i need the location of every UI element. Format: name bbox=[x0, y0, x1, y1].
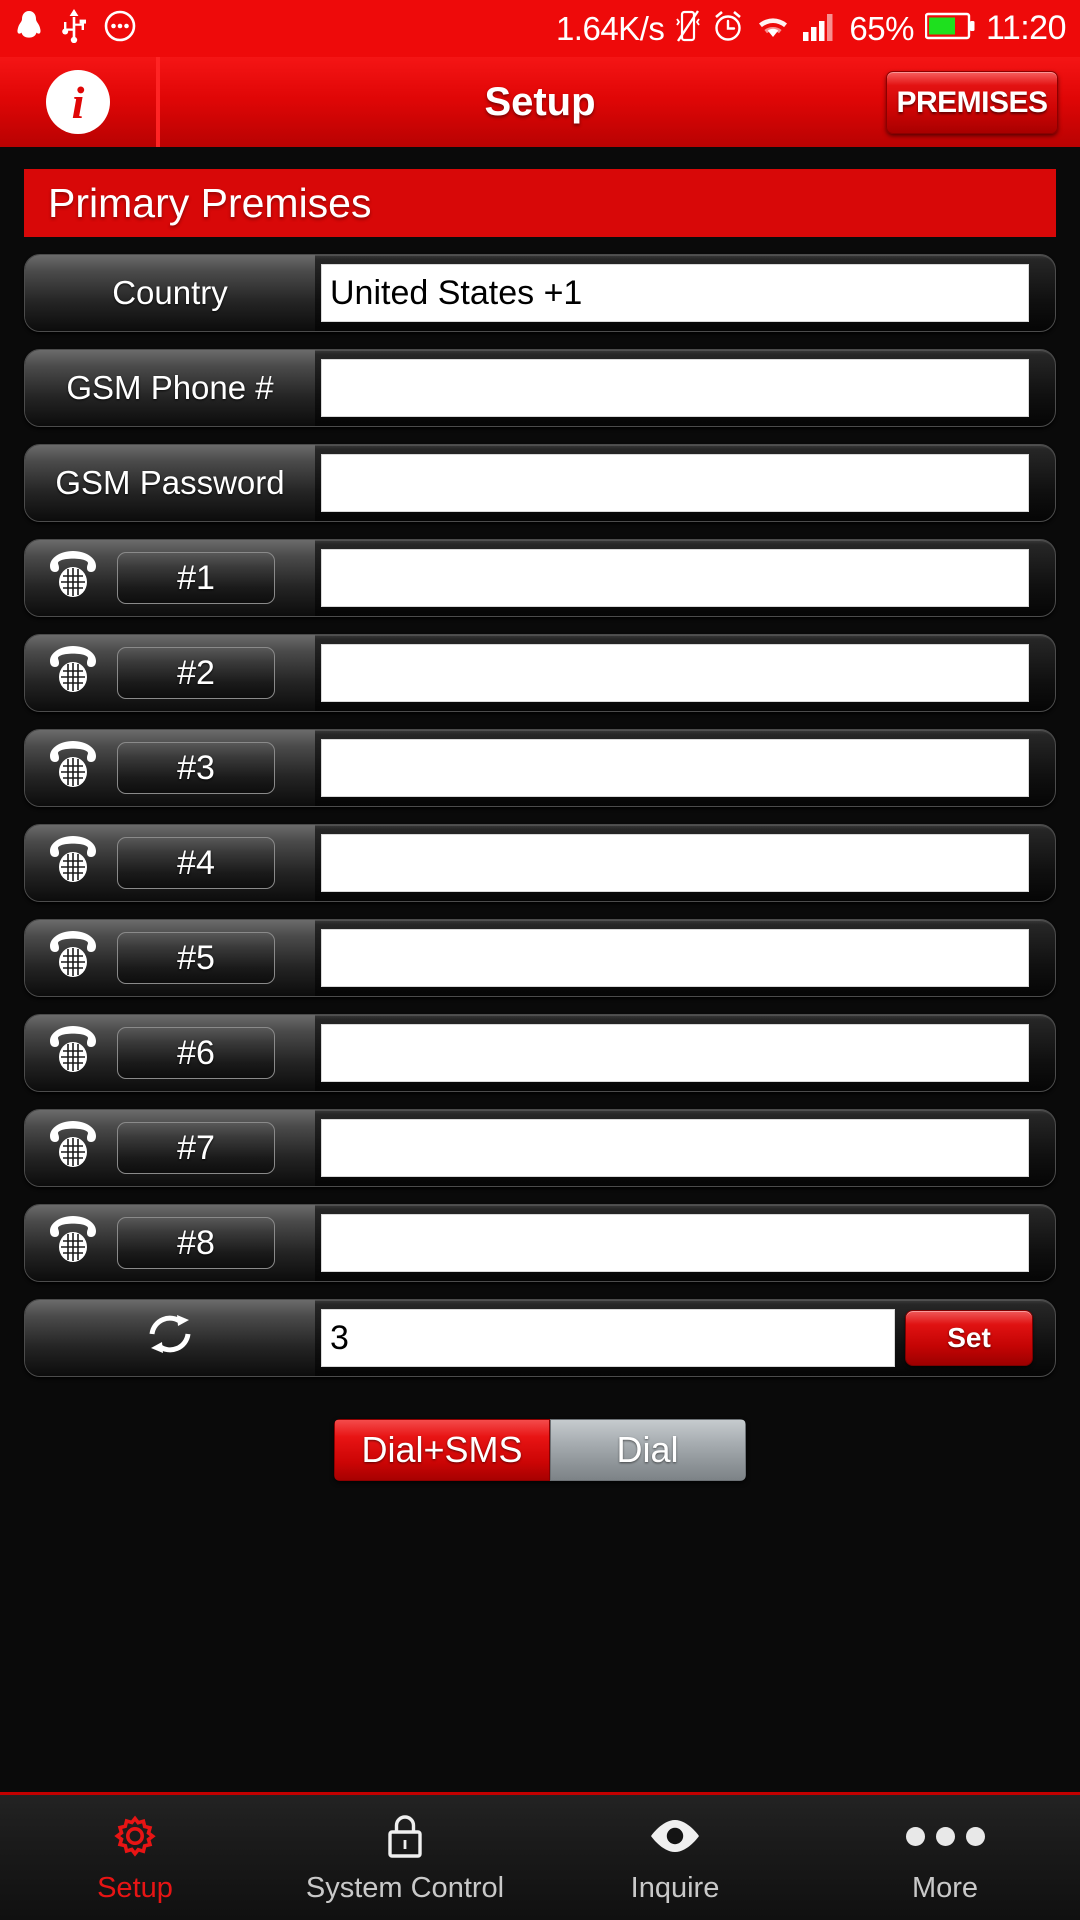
nav-item-inquire[interactable]: Inquire bbox=[540, 1795, 810, 1920]
phone-chip-5[interactable]: #5 bbox=[117, 932, 275, 984]
phone-chip-8[interactable]: #8 bbox=[117, 1217, 275, 1269]
telephone-icon bbox=[45, 739, 101, 797]
row-label-phone-2: #2 bbox=[25, 635, 315, 711]
country-input[interactable]: United States +1 bbox=[321, 264, 1029, 322]
phone-input-8[interactable] bbox=[321, 1214, 1029, 1272]
battery-icon bbox=[924, 12, 975, 45]
phone-input-5[interactable] bbox=[321, 929, 1029, 987]
bottom-navigation: Setup System Control Inquire More bbox=[0, 1792, 1080, 1920]
usb-icon bbox=[61, 9, 87, 48]
telephone-icon bbox=[45, 1024, 101, 1082]
battery-percent: 65% bbox=[849, 9, 914, 47]
phone-chip-4[interactable]: #4 bbox=[117, 837, 275, 889]
phone-chip-7[interactable]: #7 bbox=[117, 1122, 275, 1174]
network-speed: 1.64K/s bbox=[555, 9, 665, 47]
alarm-clock-icon bbox=[712, 9, 744, 48]
signal-bars-icon bbox=[802, 10, 838, 47]
wifi-icon bbox=[755, 11, 791, 46]
info-button[interactable]: i bbox=[0, 57, 160, 147]
gear-icon bbox=[109, 1810, 161, 1862]
row-gsm-phone[interactable]: GSM Phone # bbox=[24, 349, 1056, 427]
vibrate-off-icon bbox=[675, 9, 701, 48]
dial-mode-toggle[interactable]: Dial+SMS Dial bbox=[334, 1419, 746, 1481]
dots-icon bbox=[905, 1810, 985, 1862]
row-country[interactable]: Country United States +1 bbox=[24, 254, 1056, 332]
row-phone-8[interactable]: #8 bbox=[24, 1204, 1056, 1282]
row-label-phone-5: #5 bbox=[25, 920, 315, 996]
row-label-phone-3: #3 bbox=[25, 730, 315, 806]
row-label-phone-8: #8 bbox=[25, 1205, 315, 1281]
phone-chip-2[interactable]: #2 bbox=[117, 647, 275, 699]
phone-input-6[interactable] bbox=[321, 1024, 1029, 1082]
phone-input-3[interactable] bbox=[321, 739, 1029, 797]
telephone-icon bbox=[45, 1214, 101, 1272]
nav-label-inquire: Inquire bbox=[630, 1872, 720, 1904]
nav-label-setup: Setup bbox=[97, 1872, 173, 1904]
info-icon: i bbox=[46, 70, 110, 134]
retry-count-input[interactable]: 3 bbox=[321, 1309, 895, 1367]
phone-chip-1[interactable]: #1 bbox=[117, 552, 275, 604]
section-banner: Primary Premises bbox=[24, 169, 1056, 237]
telephone-icon bbox=[45, 1119, 101, 1177]
row-label-phone-4: #4 bbox=[25, 825, 315, 901]
phone-chip-6[interactable]: #6 bbox=[117, 1027, 275, 1079]
row-phone-4[interactable]: #4 bbox=[24, 824, 1056, 902]
row-phone-6[interactable]: #6 bbox=[24, 1014, 1056, 1092]
phone-input-2[interactable] bbox=[321, 644, 1029, 702]
toggle-option-dial[interactable]: Dial bbox=[549, 1419, 746, 1481]
phone-chip-3[interactable]: #3 bbox=[117, 742, 275, 794]
row-label-retry bbox=[25, 1300, 315, 1376]
eye-icon bbox=[646, 1810, 704, 1862]
row-label-phone-6: #6 bbox=[25, 1015, 315, 1091]
app-root: 1.64K/s 65% 11:20 i Setup PREMISES Prima… bbox=[0, 0, 1080, 1920]
phone-input-1[interactable] bbox=[321, 549, 1029, 607]
status-bar-left-icons bbox=[14, 9, 136, 48]
phone-input-7[interactable] bbox=[321, 1119, 1029, 1177]
row-retry-count[interactable]: 3 Set bbox=[24, 1299, 1056, 1377]
telephone-icon bbox=[45, 644, 101, 702]
set-button[interactable]: Set bbox=[905, 1310, 1033, 1366]
main-content: Primary Premises Country United States +… bbox=[0, 169, 1080, 1481]
row-phone-7[interactable]: #7 bbox=[24, 1109, 1056, 1187]
row-label-country: Country bbox=[25, 255, 315, 331]
nav-item-system-control[interactable]: System Control bbox=[270, 1795, 540, 1920]
premises-button[interactable]: PREMISES bbox=[886, 71, 1058, 134]
toggle-option-dial-sms[interactable]: Dial+SMS bbox=[334, 1419, 550, 1481]
row-label-gsm-phone: GSM Phone # bbox=[25, 350, 315, 426]
telephone-icon bbox=[45, 549, 101, 607]
row-label-phone-1: #1 bbox=[25, 540, 315, 616]
qq-penguin-icon bbox=[14, 9, 44, 48]
telephone-icon bbox=[45, 834, 101, 892]
more-circle-icon bbox=[104, 10, 136, 47]
status-bar-right-icons: 1.64K/s 65% 11:20 bbox=[555, 9, 1067, 48]
gsm-password-input[interactable] bbox=[321, 454, 1029, 512]
row-phone-5[interactable]: #5 bbox=[24, 919, 1056, 997]
row-phone-3[interactable]: #3 bbox=[24, 729, 1056, 807]
app-header: i Setup PREMISES bbox=[0, 57, 1080, 147]
row-gsm-password[interactable]: GSM Password bbox=[24, 444, 1056, 522]
refresh-loop-icon bbox=[139, 1305, 201, 1371]
status-clock: 11:20 bbox=[985, 9, 1067, 47]
nav-label-system-control: System Control bbox=[305, 1872, 505, 1904]
status-bar: 1.64K/s 65% 11:20 bbox=[0, 0, 1080, 57]
row-phone-2[interactable]: #2 bbox=[24, 634, 1056, 712]
nav-item-setup[interactable]: Setup bbox=[0, 1795, 270, 1920]
dial-mode-toggle-wrap: Dial+SMS Dial bbox=[24, 1419, 1056, 1481]
row-label-phone-7: #7 bbox=[25, 1110, 315, 1186]
gsm-phone-input[interactable] bbox=[321, 359, 1029, 417]
telephone-icon bbox=[45, 929, 101, 987]
lock-icon bbox=[381, 1810, 429, 1862]
phone-input-4[interactable] bbox=[321, 834, 1029, 892]
nav-item-more[interactable]: More bbox=[810, 1795, 1080, 1920]
row-label-gsm-password: GSM Password bbox=[25, 445, 315, 521]
row-phone-1[interactable]: #1 bbox=[24, 539, 1056, 617]
nav-label-more: More bbox=[911, 1872, 979, 1904]
